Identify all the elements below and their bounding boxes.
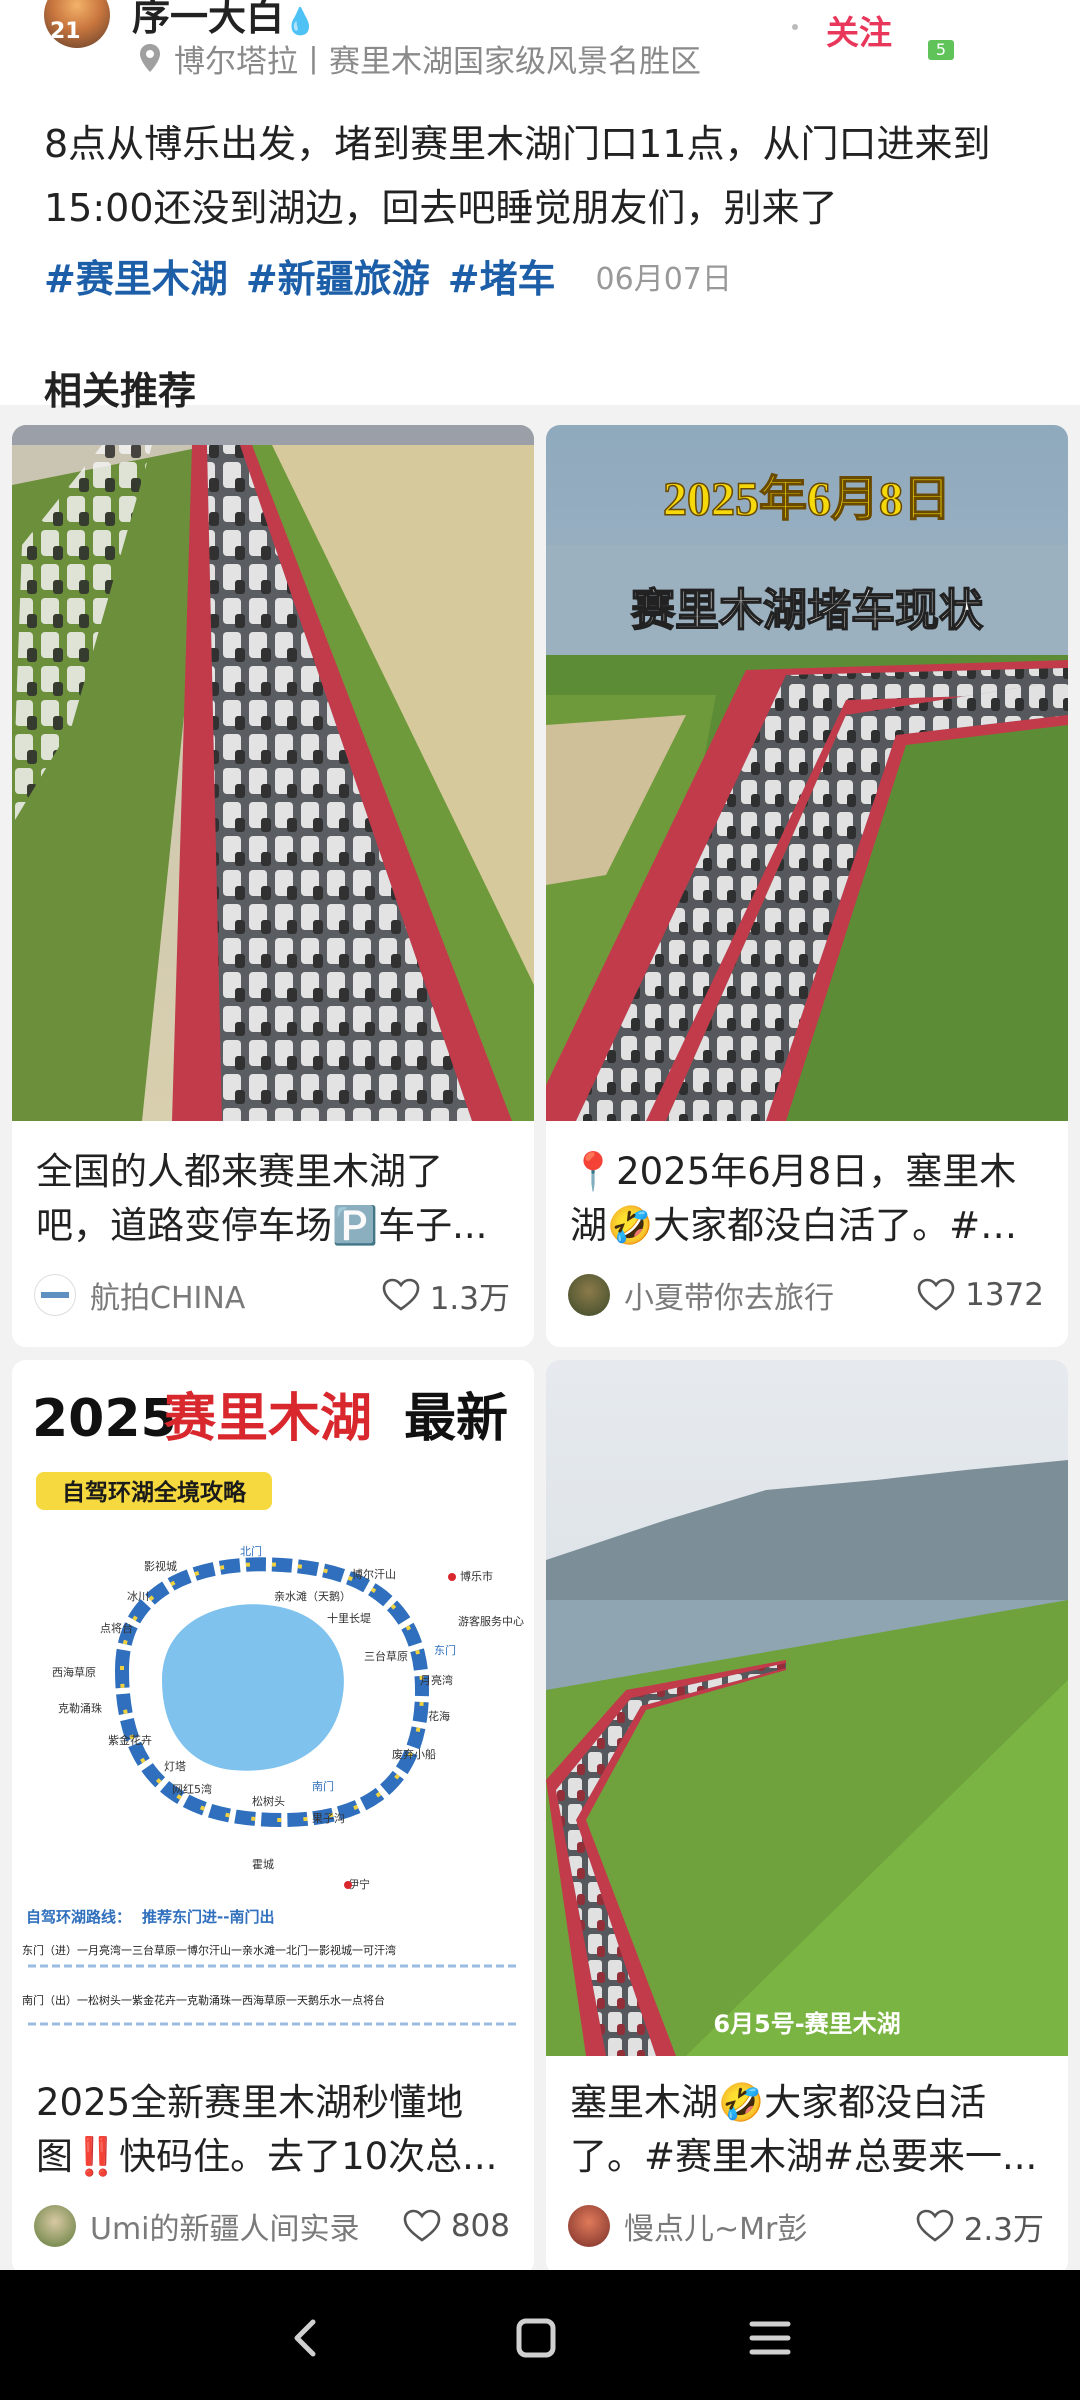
- lake-route-map: 2025 赛里木湖 最新 自驾环湖全境攻略 影视城 北门 亲水滩（天鹅） 十里长…: [12, 1360, 534, 2056]
- map-label: 紫金花卉: [108, 1733, 152, 1747]
- card-title[interactable]: 全国的人都来赛里木湖了吧，道路变停车场🅿️车子...: [36, 1145, 516, 1253]
- map-label: 博尔汗山: [352, 1568, 396, 1581]
- heart-outline-icon: [382, 1278, 419, 1311]
- follow-button[interactable]: 关注: [826, 6, 892, 54]
- map-label: 冰川: [127, 1590, 149, 1603]
- card-cover-image[interactable]: 2025年6月8日 赛里木湖堵车现状: [546, 425, 1068, 1121]
- photo-caption: 6月5号-赛里木湖: [713, 2010, 900, 2038]
- like-count: 808: [450, 2208, 510, 2244]
- map-title-suffix: 最新: [404, 1390, 508, 1448]
- system-navigation-bar: [0, 2270, 1080, 2400]
- author-name-text: 序一大白: [132, 0, 285, 39]
- home-square-icon[interactable]: [506, 2308, 566, 2368]
- map-label: 影视城: [144, 1559, 177, 1573]
- card-meta: 慢点儿~Mr彭 2.3万: [568, 2202, 1044, 2250]
- location-text: 博尔塔拉丨赛里木湖国家级风景名胜区: [174, 43, 701, 80]
- post-tags: #赛里木湖 #新疆旅游 #堵车 06月07日: [44, 248, 732, 303]
- like-count: 2.3万: [963, 2211, 1044, 2248]
- lakeside-traffic-photo: 6月5号-赛里木湖: [546, 1360, 1068, 2056]
- map-label: 点将台: [100, 1621, 133, 1635]
- feed-card[interactable]: 2025 赛里木湖 最新 自驾环湖全境攻略 影视城 北门 亲水滩（天鹅） 十里长…: [12, 1360, 534, 2275]
- feed-card[interactable]: 全国的人都来赛里木湖了吧，道路变停车场🅿️车子... 航拍CHINA 1.3万: [12, 425, 534, 1347]
- map-pin-icon: [140, 44, 160, 72]
- map-label: 灯塔: [164, 1760, 186, 1773]
- tag-link[interactable]: #赛里木湖: [44, 248, 228, 303]
- map-label: 废弃小船: [392, 1747, 436, 1761]
- level-badge: 5: [928, 40, 954, 60]
- avatar-overlay-text: 21: [50, 19, 81, 44]
- map-label: 亲水滩（天鹅）: [274, 1589, 351, 1603]
- map-label: 北门: [240, 1544, 262, 1558]
- map-label: 月亮湾: [420, 1673, 453, 1687]
- route-east-line: 东门（进）一月亮湾一三台草原一博尔汗山一亲水滩一北门一影视城一可汗湾: [22, 1943, 396, 1957]
- tag-link[interactable]: #新疆旅游: [246, 248, 430, 303]
- like-button[interactable]: 2.3万: [916, 2204, 1044, 2249]
- author-name[interactable]: 慢点儿~Mr彭: [624, 2204, 916, 2248]
- card-cover-image[interactable]: 6月5号-赛里木湖: [546, 1360, 1068, 2056]
- map-label: 克勒涌珠: [58, 1701, 102, 1715]
- map-label: 南门: [312, 1779, 334, 1793]
- water-drop-icon: 💧: [284, 7, 317, 37]
- author-avatar[interactable]: 21: [44, 0, 110, 48]
- map-label: 霍城: [252, 1858, 274, 1871]
- map-label: 游客服务中心: [458, 1614, 524, 1628]
- location-row[interactable]: 博尔塔拉丨赛里木湖国家级风景名胜区: [138, 38, 701, 80]
- post-detail: 21 序一大白💧 博尔塔拉丨赛里木湖国家级风景名胜区 关注 5 8点从博乐出发，…: [0, 0, 1080, 413]
- card-cover-image[interactable]: 2025 赛里木湖 最新 自驾环湖全境攻略 影视城 北门 亲水滩（天鹅） 十里长…: [12, 1360, 534, 2056]
- author-name[interactable]: 航拍CHINA: [90, 1273, 382, 1317]
- post-date: 06月07日: [595, 261, 732, 297]
- like-button[interactable]: 808: [403, 2208, 510, 2244]
- card-title[interactable]: 📍2025年6月8日，塞里木湖🤣大家都没白活了。#赛...: [570, 1145, 1050, 1253]
- card-meta: Umi的新疆人间实录 808: [34, 2202, 510, 2250]
- card-meta: 小夏带你去旅行 1372: [568, 1271, 1044, 1319]
- map-label: 十里长堤: [327, 1611, 371, 1625]
- brand-logo-icon: [41, 1292, 69, 1298]
- map-label: 花海: [428, 1709, 450, 1723]
- author-avatar[interactable]: [34, 2205, 76, 2247]
- map-label: 西海草原: [52, 1665, 96, 1679]
- like-count: 1372: [965, 1277, 1044, 1313]
- heart-outline-icon: [916, 2209, 953, 2242]
- map-label: 博乐市: [460, 1569, 493, 1583]
- card-meta: 航拍CHINA 1.3万: [34, 1271, 510, 1319]
- map-title-red: 赛里木湖: [164, 1390, 372, 1448]
- route-recommend: 推荐东门进--南门出: [142, 1908, 274, 1926]
- map-label: 三台草原: [364, 1649, 408, 1663]
- map-label: 松树头: [252, 1794, 285, 1808]
- back-chevron-icon[interactable]: [275, 2308, 335, 2368]
- traffic-jam-photo: 2025年6月8日 赛里木湖堵车现状: [546, 425, 1068, 1121]
- traffic-jam-photo: [12, 425, 534, 1121]
- map-label: 网红5湾: [172, 1782, 212, 1796]
- menu-lines-icon[interactable]: [740, 2308, 800, 2368]
- map-title-prefix: 2025: [32, 1389, 177, 1449]
- route-label: 自驾环湖路线：: [26, 1908, 131, 1926]
- heart-outline-icon: [403, 2209, 441, 2242]
- map-subtitle: 自驾环湖全境攻略: [62, 1479, 247, 1506]
- author-avatar[interactable]: [34, 1274, 76, 1316]
- feed-card[interactable]: 2025年6月8日 赛里木湖堵车现状 📍2025年6月8日，塞里木湖🤣大家都没白…: [546, 425, 1068, 1347]
- heart-outline-icon: [917, 1278, 955, 1311]
- author-avatar[interactable]: [568, 2205, 610, 2247]
- like-button[interactable]: 1.3万: [382, 1273, 510, 1318]
- author-name[interactable]: 小夏带你去旅行: [624, 1273, 917, 1317]
- like-count: 1.3万: [429, 1280, 510, 1317]
- card-title[interactable]: 塞里木湖🤣大家都没白活了。#赛里木湖#总要来一...: [570, 2076, 1050, 2184]
- author-avatar[interactable]: [568, 1274, 610, 1316]
- separator-dot: [792, 24, 798, 30]
- post-body-text: 8点从博乐出发，堵到赛里木湖门口11点，从门口进来到15:00还没到湖边，回去吧…: [44, 122, 991, 230]
- overlay-date-text: 2025年6月8日: [663, 473, 951, 526]
- author-name[interactable]: Umi的新疆人间实录: [90, 2204, 403, 2248]
- section-title: 相关推荐: [44, 369, 197, 413]
- map-label: 东门: [434, 1643, 456, 1657]
- route-south-line: 南门（出）一松树头一紫金花卉一克勒涌珠一西海草原一天鹅乐水一点将台: [22, 1993, 385, 2007]
- tag-link[interactable]: #堵车: [448, 248, 556, 303]
- card-cover-image[interactable]: [12, 425, 534, 1121]
- like-button[interactable]: 1372: [917, 1277, 1044, 1313]
- overlay-caption-text: 赛里木湖堵车现状: [631, 585, 984, 636]
- feed-card[interactable]: 6月5号-赛里木湖 塞里木湖🤣大家都没白活了。#赛里木湖#总要来一... 慢点儿…: [546, 1360, 1068, 2275]
- map-label: 果子沟: [312, 1812, 345, 1825]
- card-title[interactable]: 2025全新赛里木湖秒懂地图‼️快码住。去了10次总...: [36, 2076, 516, 2184]
